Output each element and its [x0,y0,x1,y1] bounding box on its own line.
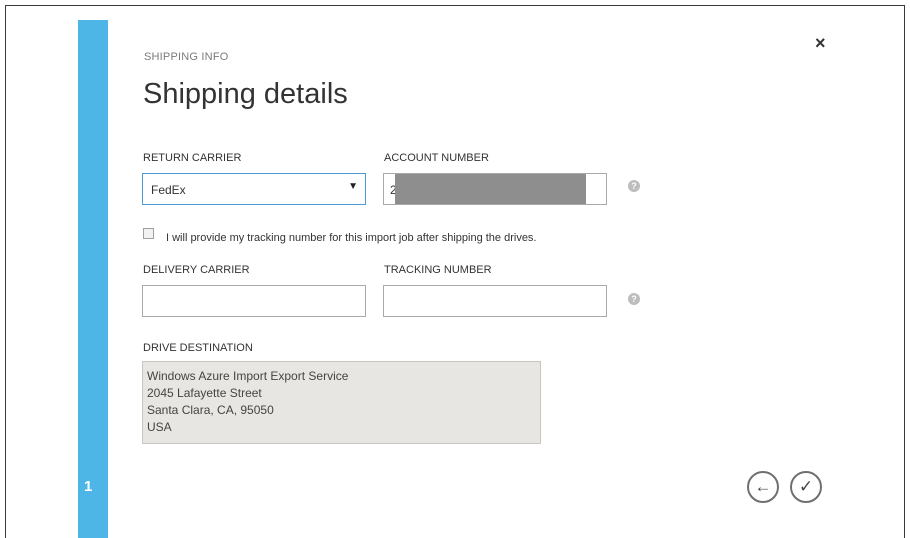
step-number: 1 [84,478,93,495]
return-carrier-value: FedEx [151,183,186,197]
close-icon[interactable]: × [815,34,826,52]
section-label: SHIPPING INFO [144,51,229,63]
delivery-carrier-label: DELIVERY CARRIER [143,264,250,276]
drive-destination-box: Windows Azure Import Export Service 2045… [142,361,541,444]
page-title: Shipping details [143,78,348,110]
tracking-number-label: TRACKING NUMBER [384,264,492,276]
step-sidebar [78,20,108,538]
return-carrier-select[interactable]: FedEx ▼ [142,173,366,205]
account-number-label: ACCOUNT NUMBER [384,152,489,164]
help-icon[interactable]: ? [628,180,640,192]
destination-line: 2045 Lafayette Street [147,386,262,400]
help-icon[interactable]: ? [628,293,640,305]
checkmark-icon[interactable]: ✓ [790,471,822,503]
tracking-number-input[interactable] [383,285,607,317]
redacted-region [395,174,586,204]
destination-line: Windows Azure Import Export Service [147,369,349,383]
delivery-carrier-input[interactable] [142,285,366,317]
tracking-later-label: I will provide my tracking number for th… [166,232,537,244]
return-carrier-label: RETURN CARRIER [143,152,242,164]
back-arrow-icon[interactable]: ← [747,471,779,503]
dropdown-arrow-icon: ▼ [348,181,358,192]
tracking-later-checkbox[interactable] [143,228,154,239]
account-number-input[interactable]: 2 [383,173,607,205]
drive-destination-label: DRIVE DESTINATION [143,342,253,354]
destination-line: USA [147,420,172,434]
destination-line: Santa Clara, CA, 95050 [147,403,274,417]
